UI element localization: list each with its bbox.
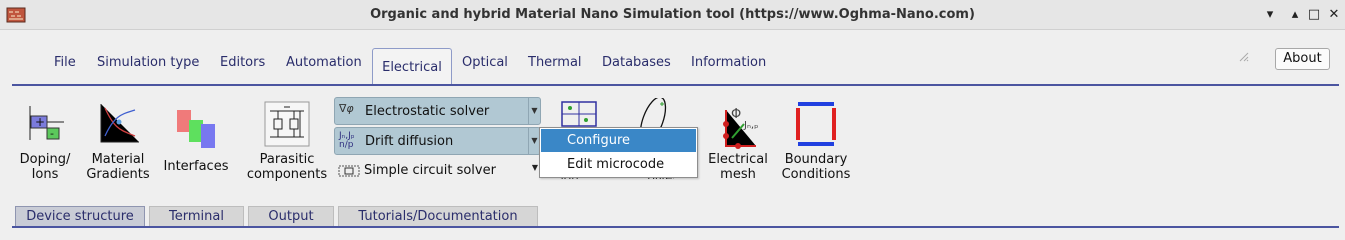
bottom-tab-divider — [12, 226, 1339, 228]
menu-bar: File Simulation type Editors Automation … — [0, 30, 1345, 86]
parasitic-components-button[interactable]: Parasitic components — [244, 96, 330, 186]
interfaces-label: Interfaces — [163, 159, 229, 174]
doping-icon: + - — [29, 106, 64, 140]
doping-label-2: Ions — [31, 167, 59, 182]
electrical-mesh-button[interactable]: Φ Jₙ,ₚ Electrical mesh — [704, 96, 772, 186]
mesh-label-1: Electrical — [708, 152, 768, 167]
tab-thermal[interactable]: Thermal — [528, 55, 582, 75]
drift-diffusion-combo[interactable]: Jₙ,Jₚ n/p Drift diffusion ▼ — [334, 127, 541, 155]
tab-simulation-type[interactable]: Simulation type — [97, 55, 199, 75]
tab-automation[interactable]: Automation — [286, 55, 362, 75]
menu-item-configure[interactable]: Configure — [541, 129, 696, 152]
drift-diffusion-label: Drift diffusion — [365, 134, 454, 149]
tab-information[interactable]: Information — [691, 55, 766, 75]
electrostatic-solver-label: Electrostatic solver — [365, 104, 490, 119]
svg-text:+: + — [35, 115, 45, 129]
gradients-label-2: Gradients — [86, 167, 150, 182]
drift-diffusion-dropdown: Configure Edit microcode — [539, 127, 698, 178]
tab-optical[interactable]: Optical — [462, 55, 508, 75]
interfaces-icon — [177, 110, 215, 148]
tab-electrical[interactable]: Electrical — [372, 48, 452, 85]
parasitic-label-2: components — [246, 167, 328, 182]
electrostatic-solver-combo[interactable]: ∇φ Electrostatic solver ▼ — [334, 97, 541, 125]
chevron-down-icon[interactable]: ▼ — [528, 98, 540, 124]
gradients-icon — [100, 104, 139, 143]
electrostatic-icon: ∇φ — [339, 102, 354, 115]
ion-solver-icon[interactable] — [556, 100, 602, 128]
circuit-solver-combo[interactable]: Simple circuit solver ▼ — [334, 158, 541, 184]
menu-item-edit-microcode[interactable]: Edit microcode — [541, 153, 696, 176]
tab-output[interactable]: Output — [248, 206, 334, 228]
window-title: Organic and hybrid Material Nano Simulat… — [370, 7, 975, 22]
doping-label-1: Doping/ — [19, 152, 71, 167]
tab-device-structure[interactable]: Device structure — [15, 206, 145, 228]
tab-editors[interactable]: Editors — [220, 55, 265, 75]
svg-text:Jₙ,ₚ: Jₙ,ₚ — [743, 120, 758, 131]
electrical-mesh-icon: Φ Jₙ,ₚ — [723, 107, 758, 149]
poisson-solver-icon[interactable] — [636, 98, 670, 128]
interfaces-button[interactable]: Interfaces — [160, 96, 232, 186]
svg-text:-: - — [50, 127, 54, 140]
mesh-label-2: mesh — [720, 167, 756, 182]
gradients-label-1: Material — [91, 152, 145, 167]
boundary-conditions-button[interactable]: Boundary Conditions — [778, 96, 854, 186]
grip-icon — [1239, 52, 1249, 62]
close-icon[interactable]: ✕ — [1326, 7, 1342, 23]
boundary-label-2: Conditions — [781, 167, 851, 182]
circuit-solver-label: Simple circuit solver — [364, 163, 496, 178]
tab-databases[interactable]: Databases — [602, 55, 671, 75]
drift-diffusion-icon: Jₙ,Jₚ n/p — [339, 131, 355, 150]
tab-file[interactable]: File — [54, 55, 76, 75]
tab-terminal[interactable]: Terminal — [149, 206, 244, 228]
boundary-icon — [796, 102, 836, 146]
shade-icon[interactable]: ▴ — [1287, 7, 1303, 23]
about-button[interactable]: About — [1275, 48, 1330, 70]
minimize-menu-icon[interactable]: ▾ — [1262, 7, 1278, 23]
maximize-icon[interactable]: □ — [1306, 7, 1322, 23]
boundary-label-1: Boundary — [784, 152, 848, 167]
menu-divider — [12, 84, 1339, 86]
svg-text:Φ: Φ — [731, 107, 741, 122]
parasitic-label-1: Parasitic — [259, 152, 315, 167]
doping-ions-button[interactable]: + - Doping/ Ions — [16, 96, 74, 186]
material-gradients-button[interactable]: Material Gradients — [84, 96, 152, 186]
tab-tutorials-documentation[interactable]: Tutorials/Documentation — [338, 206, 538, 228]
circuit-icon — [264, 101, 310, 147]
circuit-solver-icon — [338, 165, 360, 177]
title-bar: Organic and hybrid Material Nano Simulat… — [0, 0, 1345, 30]
